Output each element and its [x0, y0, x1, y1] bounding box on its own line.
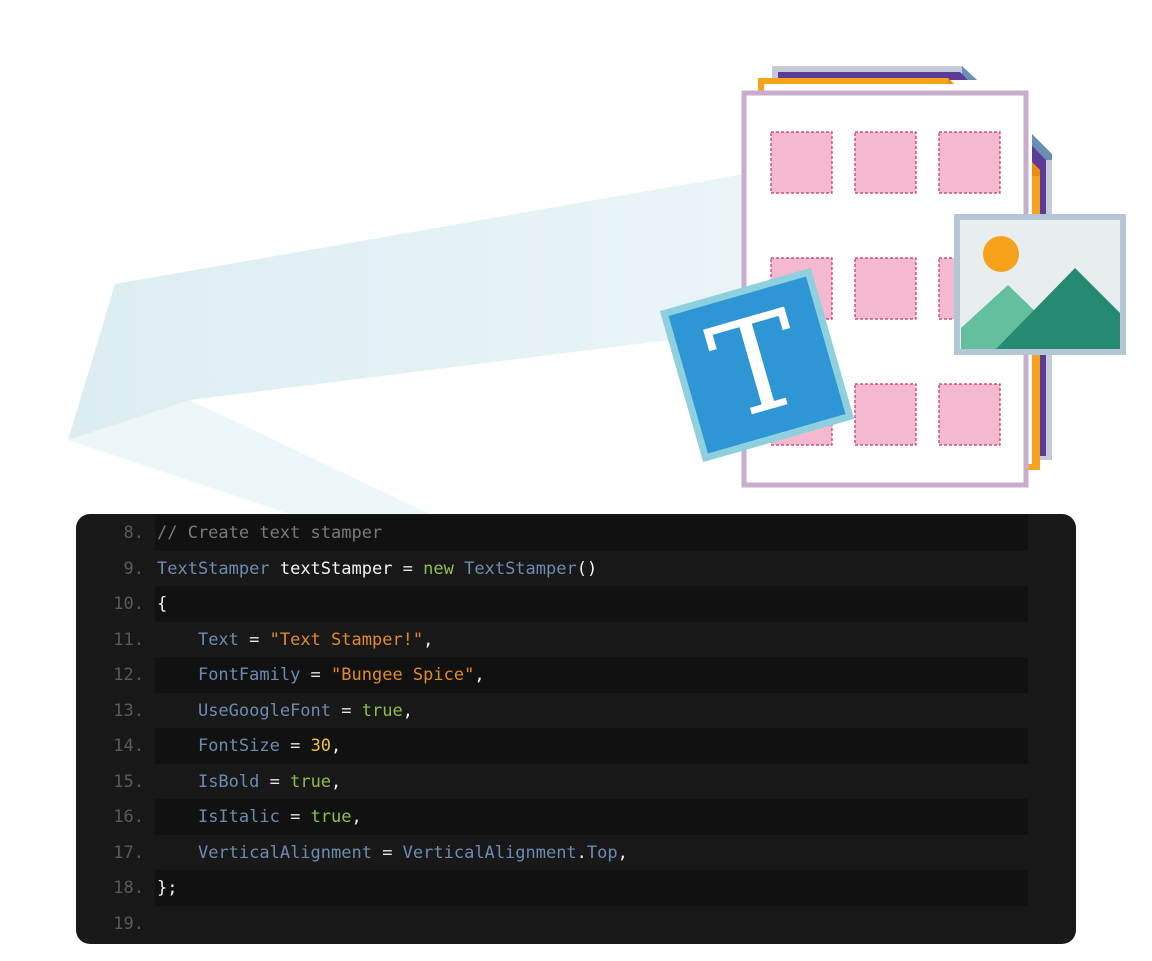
code-token-kw: true: [290, 771, 332, 792]
code-token-type: TextStamper: [464, 558, 577, 579]
code-token-str: "Bungee Spice": [331, 665, 475, 685]
code-token-kw: true: [361, 700, 403, 721]
tile: [938, 383, 1001, 446]
code-token-op: [157, 701, 198, 721]
ribbon-decoration: [68, 173, 750, 514]
line-code: };: [157, 870, 177, 906]
code-token-num: 30: [310, 736, 332, 756]
code-token-punct: ,: [402, 700, 413, 721]
line-code: VerticalAlignment = VerticalAlignment.To…: [157, 835, 628, 871]
code-token-punct: ,: [331, 771, 342, 792]
code-token-type: TextStamper: [157, 558, 270, 579]
image-stamp-icon: [954, 214, 1126, 355]
code-line: 12. FontFamily = "Bungee Spice",: [76, 657, 1076, 693]
code-token-kw: new: [423, 558, 454, 579]
code-token-type: VerticalAlignment: [402, 842, 577, 863]
code-line: 13. UseGoogleFont = true,: [76, 693, 1076, 729]
line-number: 14.: [113, 736, 144, 756]
code-token-type: Top: [586, 842, 618, 863]
line-code: IsBold = true,: [157, 764, 341, 800]
code-token-op: [157, 843, 198, 863]
code-token-op: [157, 772, 198, 792]
code-token-punct: ,: [331, 736, 342, 756]
line-number: 17.: [113, 842, 144, 863]
code-token-op: =: [300, 665, 332, 685]
code-token-op: =: [392, 558, 424, 579]
code-line-stripe: [155, 870, 1028, 906]
line-number: 12.: [113, 665, 144, 685]
line-code: FontSize = 30,: [157, 728, 341, 764]
line-code: // Create text stamper: [157, 515, 382, 551]
line-number: 9.: [123, 558, 144, 579]
code-line: 10. {: [76, 586, 1076, 622]
code-token-prop: IsItalic: [197, 807, 280, 827]
code-token-prop: FontFamily: [197, 665, 301, 685]
code-token-op: [157, 630, 198, 650]
code-token-op: =: [238, 629, 270, 650]
code-token-punct: ,: [474, 665, 485, 685]
hero-illustration: T: [68, 66, 1126, 514]
code-token-punct: .: [576, 842, 587, 863]
line-code: IsItalic = true,: [157, 799, 362, 835]
code-token-punct: {: [157, 594, 168, 614]
code-token-op: [454, 559, 464, 579]
code-token-punct: };: [157, 878, 178, 898]
code-token-op: =: [331, 700, 362, 721]
line-number: 15.: [113, 771, 144, 792]
code-token-op: [157, 665, 198, 685]
code-line: 16. IsItalic = true,: [76, 799, 1076, 835]
line-code: {: [157, 586, 167, 622]
code-line: 11. Text = "Text Stamper!",: [76, 622, 1076, 658]
code-token-punct: ,: [617, 842, 628, 863]
code-line: 19.: [76, 906, 1076, 942]
line-code: FontFamily = "Bungee Spice",: [157, 657, 485, 693]
code-token-op: =: [371, 842, 403, 863]
code-token-op: [157, 807, 198, 827]
line-number: 10.: [113, 594, 144, 614]
code-line-stripe: [155, 586, 1028, 622]
tile: [770, 131, 833, 194]
code-token-op: [157, 736, 198, 756]
code-token-op: =: [279, 736, 311, 756]
code-line: 15. IsBold = true,: [76, 764, 1076, 800]
code-token-prop: UseGoogleFont: [197, 700, 332, 721]
line-number: 16.: [113, 807, 144, 827]
code-token-str: "Text Stamper!": [269, 629, 424, 650]
line-number: 18.: [113, 878, 144, 898]
code-line: 9. TextStamper textStamper = new TextStam…: [76, 551, 1076, 587]
code-token-punct: ,: [351, 807, 362, 827]
code-token-op: =: [279, 807, 311, 827]
line-number: 13.: [113, 700, 144, 721]
tile: [938, 131, 1001, 194]
code-token-kw: true: [310, 807, 352, 827]
code-line: 17. VerticalAlignment = VerticalAlignmen…: [76, 835, 1076, 871]
line-code: Text = "Text Stamper!",: [157, 622, 433, 658]
tile: [854, 131, 917, 194]
tile: [854, 257, 917, 320]
code-token-prop: FontSize: [197, 736, 280, 756]
code-token-prop: VerticalAlignment: [197, 842, 372, 863]
code-token-ident: textStamper: [279, 558, 393, 579]
code-token-punct: ,: [423, 629, 434, 650]
code-token-prop: Text: [197, 629, 239, 650]
line-code: TextStamper textStamper = new TextStampe…: [157, 551, 597, 587]
line-code: UseGoogleFont = true,: [157, 693, 413, 729]
code-token-comment: // Create text stamper: [157, 523, 383, 543]
code-line: 18.};: [76, 870, 1076, 906]
code-block: 8. // Create text stamper 9. TextStamper te…: [76, 514, 1076, 944]
line-number: 8.: [123, 523, 144, 543]
code-token-punct: (): [576, 558, 598, 579]
tile: [854, 383, 917, 446]
line-number: 19.: [113, 913, 144, 934]
code-line: 8. // Create text stamper: [76, 515, 1076, 551]
code-token-op: [270, 559, 280, 579]
code-token-prop: IsBold: [197, 771, 260, 792]
line-number: 11.: [113, 629, 144, 650]
code-token-op: =: [259, 771, 291, 792]
code-line: 14. FontSize = 30,: [76, 728, 1076, 764]
